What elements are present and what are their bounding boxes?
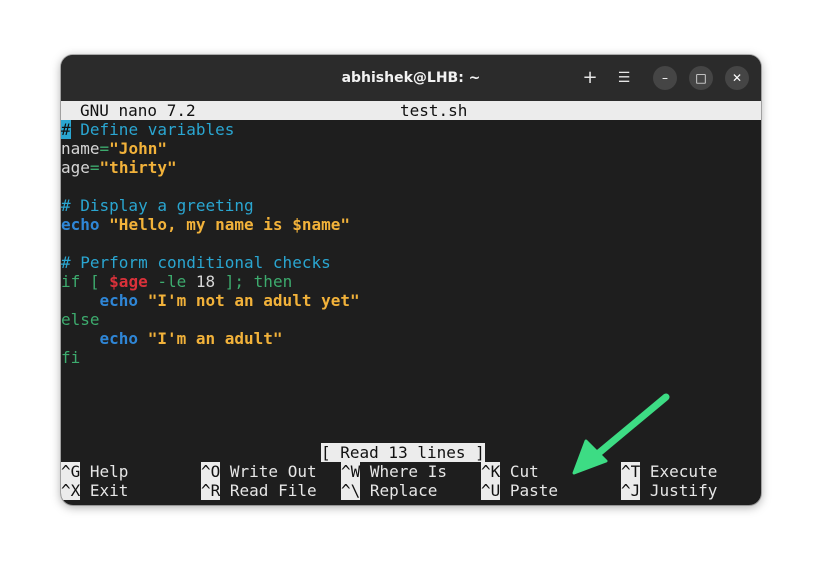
comment: Define variables bbox=[70, 120, 235, 139]
shortcut-label: Help bbox=[80, 462, 129, 481]
shortcut-key: ^\ bbox=[341, 481, 361, 500]
menu-icon[interactable]: ☰ bbox=[612, 66, 636, 90]
shortcut-replace[interactable]: ^\ Replace bbox=[341, 481, 437, 500]
keyword: ]; then bbox=[215, 272, 293, 291]
code-line-6: echo "Hello, my name is $name" bbox=[61, 215, 350, 234]
shortcut-label: Justify bbox=[640, 481, 718, 500]
code-line-12: echo "I'm an adult" bbox=[61, 329, 283, 348]
shortcut-help[interactable]: ^G Help bbox=[61, 462, 128, 481]
arrow-icon bbox=[572, 393, 670, 475]
shortcut-cut[interactable]: ^K Cut bbox=[481, 462, 539, 481]
string-literal: "I'm not an adult yet" bbox=[138, 291, 360, 310]
keyword: echo bbox=[99, 291, 139, 310]
number-literal: 18 bbox=[195, 272, 216, 291]
titlebar: abhishek@LHB: ~ + ☰ – □ ✕ bbox=[61, 55, 761, 101]
shortcut-label: Cut bbox=[500, 462, 539, 481]
operator: = bbox=[99, 139, 110, 158]
shortcut-label: Replace bbox=[360, 481, 438, 500]
shortcut-label: Paste bbox=[500, 481, 559, 500]
operator: = bbox=[89, 158, 100, 177]
nano-header: GNU nano 7.2 test.sh bbox=[61, 101, 761, 120]
shortcut-write-out[interactable]: ^O Write Out bbox=[201, 462, 317, 481]
nano-version: GNU nano 7.2 bbox=[80, 101, 196, 120]
code-line-8: # Perform conditional checks bbox=[61, 253, 331, 272]
shortcut-justify[interactable]: ^J Justify bbox=[621, 481, 717, 500]
string-literal: "I'm an adult" bbox=[138, 329, 283, 348]
code-line-3: age="thirty" bbox=[61, 158, 177, 177]
shortcut-paste[interactable]: ^U Paste bbox=[481, 481, 558, 500]
text-cursor: # bbox=[61, 120, 71, 139]
shortcut-label: Read File bbox=[220, 481, 317, 500]
code-line-9: if [ $age -le 18 ]; then bbox=[61, 272, 292, 291]
minimize-button[interactable]: – bbox=[653, 66, 677, 90]
string-literal: "John" bbox=[109, 139, 167, 158]
shortcut-label: Where Is bbox=[360, 462, 447, 481]
shortcut-read-file[interactable]: ^R Read File bbox=[201, 481, 317, 500]
new-tab-button[interactable]: + bbox=[578, 66, 602, 90]
shortcut-key: ^G bbox=[61, 462, 81, 481]
shortcut-key: ^K bbox=[481, 462, 501, 481]
variable-name: age bbox=[61, 158, 90, 177]
code-line-1: # Define variables bbox=[61, 120, 234, 139]
variable-name: name bbox=[61, 139, 100, 158]
string-literal: "Hello, my name is $name" bbox=[109, 215, 350, 234]
operator: -le bbox=[147, 272, 196, 291]
shortcut-key: ^W bbox=[341, 462, 361, 481]
variable-ref: $age bbox=[109, 272, 148, 291]
shortcut-where-is[interactable]: ^W Where Is bbox=[341, 462, 447, 481]
keyword: echo bbox=[61, 215, 100, 234]
keyword: echo bbox=[99, 329, 139, 348]
nano-filename: test.sh bbox=[400, 101, 468, 120]
shortcut-key: ^R bbox=[201, 481, 221, 500]
shortcut-key: ^O bbox=[201, 462, 221, 481]
code-line-5: # Display a greeting bbox=[61, 196, 254, 215]
close-button[interactable]: ✕ bbox=[725, 66, 749, 90]
maximize-button[interactable]: □ bbox=[689, 66, 713, 90]
shortcut-key: ^J bbox=[621, 481, 641, 500]
code-line-10: echo "I'm not an adult yet" bbox=[61, 291, 360, 310]
shortcut-key: ^X bbox=[61, 481, 81, 500]
string-literal: "thirty" bbox=[99, 158, 177, 177]
code-line-11: else bbox=[61, 310, 100, 329]
status-bar: [ Read 13 lines ] bbox=[321, 443, 485, 462]
keyword: if [ bbox=[61, 272, 110, 291]
shortcut-label: Exit bbox=[80, 481, 129, 500]
code-line-2: name="John" bbox=[61, 139, 167, 158]
shortcut-label: Write Out bbox=[220, 462, 317, 481]
shortcut-exit[interactable]: ^X Exit bbox=[61, 481, 128, 500]
shortcut-key: ^U bbox=[481, 481, 501, 500]
code-line-13: fi bbox=[61, 348, 81, 367]
